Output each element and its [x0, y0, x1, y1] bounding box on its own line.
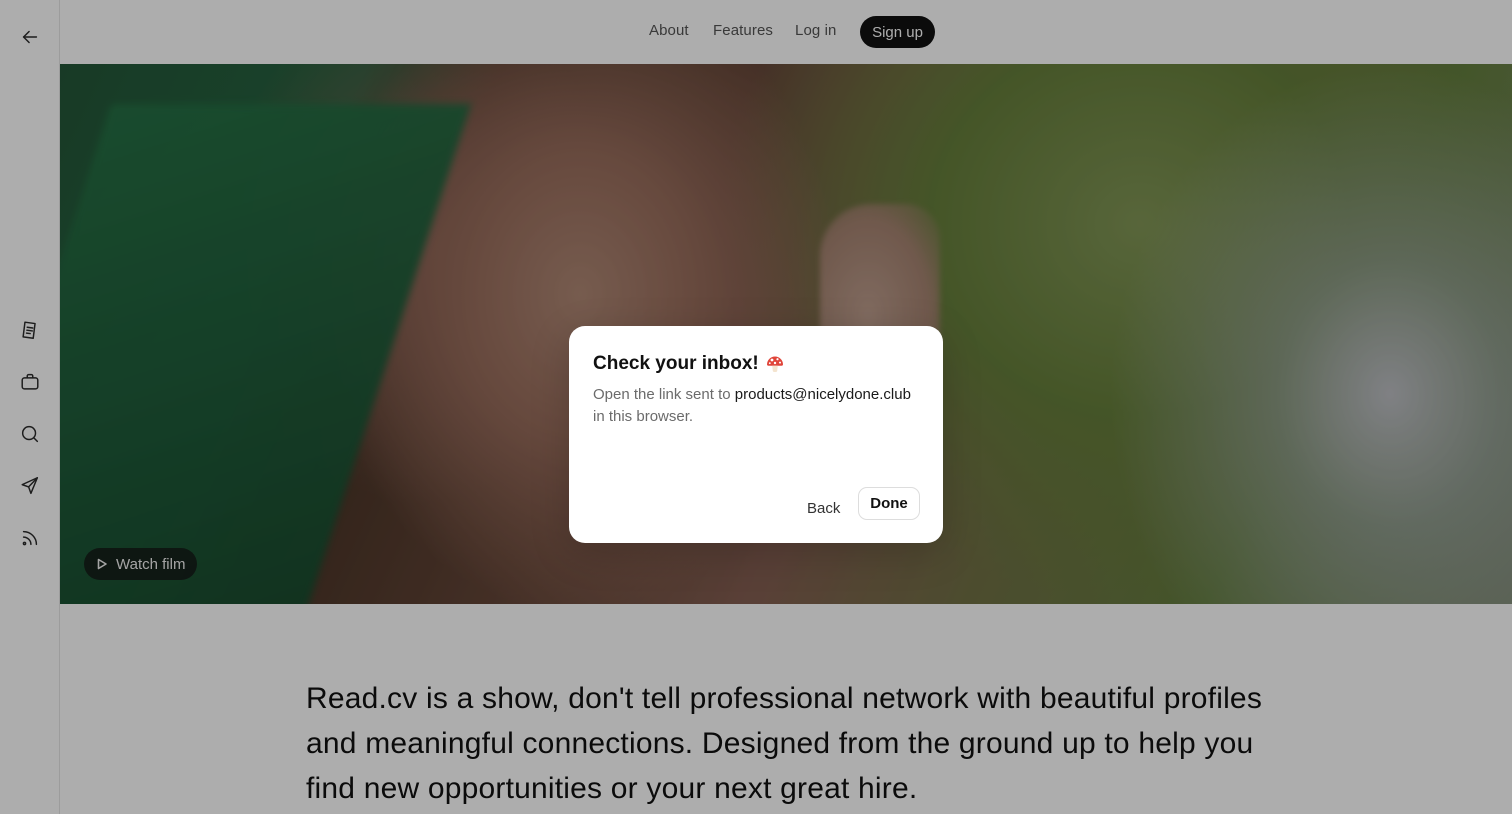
- check-inbox-dialog: Check your inbox! Open the link sent to …: [569, 326, 943, 543]
- dialog-title: Check your inbox!: [593, 353, 785, 375]
- back-button[interactable]: Back: [801, 492, 846, 524]
- dialog-message: Open the link sent to products@nicelydon…: [593, 384, 923, 428]
- dialog-message-prefix: Open the link sent to: [593, 386, 735, 403]
- done-button[interactable]: Done: [858, 487, 920, 520]
- dialog-message-suffix: in this browser.: [593, 408, 694, 425]
- dialog-title-text: Check your inbox!: [593, 353, 759, 374]
- dialog-email: products@nicelydone.club: [734, 386, 911, 403]
- mushroom-emoji-icon: [766, 356, 783, 372]
